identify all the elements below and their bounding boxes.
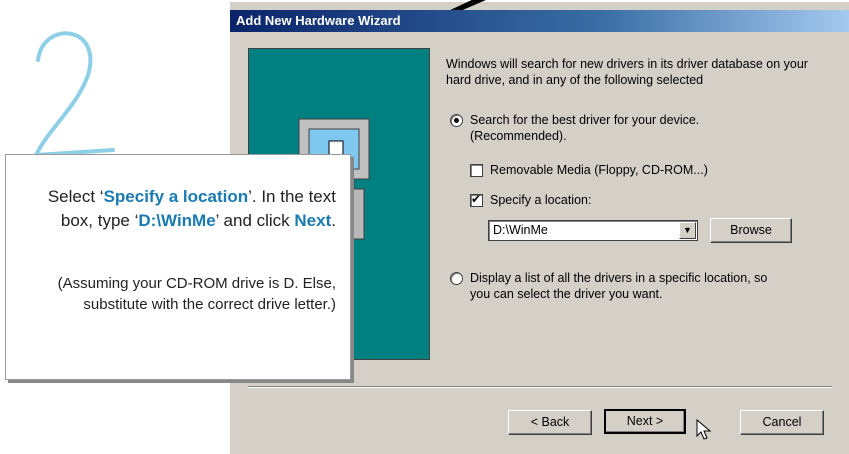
location-combobox-value: D:\WinMe (493, 223, 548, 237)
display-list-sublabel: you can select the driver you want. (470, 287, 663, 301)
display-list-radio[interactable] (450, 272, 463, 285)
callout-note: (Assuming your CD-ROM drive is D. Else, … (57, 275, 336, 313)
callout-text: . (331, 211, 336, 230)
removable-media-checkbox[interactable] (470, 164, 483, 177)
intro-text: Windows will search for new drivers in i… (446, 57, 808, 87)
callout-text: ’ and click (215, 211, 295, 230)
step-number-glyph (32, 31, 115, 158)
footer-separator (248, 386, 832, 388)
search-best-driver-sublabel: (Recommended). (470, 129, 567, 143)
search-best-driver-radio[interactable] (450, 114, 463, 127)
browse-button[interactable]: Browse (710, 218, 792, 243)
specify-location-label[interactable]: Specify a location: (490, 192, 591, 208)
cancel-button[interactable]: Cancel (740, 410, 824, 435)
mouse-cursor-icon (696, 418, 712, 440)
check-mark-icon: ✔ (471, 192, 482, 206)
step-number (8, 0, 128, 160)
window-title: Add New Hardware Wizard (236, 13, 401, 28)
search-best-driver-label[interactable]: Search for the best driver for your devi… (470, 112, 699, 128)
back-button[interactable]: < Back (508, 410, 592, 435)
location-combobox[interactable]: D:\WinMe ▼ (488, 220, 698, 241)
callout-highlight-option: Specify a location (103, 187, 249, 206)
dropdown-arrow-icon[interactable]: ▼ (679, 222, 696, 239)
title-bar[interactable]: Add New Hardware Wizard (230, 10, 849, 32)
callout-highlight-path: D:\WinMe (138, 211, 216, 230)
removable-media-label[interactable]: Removable Media (Floppy, CD-ROM...) (490, 162, 708, 178)
specify-location-checkbox[interactable]: ✔ (470, 192, 483, 207)
callout-instruction: Select ‘Specify a location’. In the text… (16, 185, 336, 233)
next-button[interactable]: Next > (604, 409, 686, 434)
instruction-callout: Select ‘Specify a location’. In the text… (5, 154, 351, 380)
display-list-label[interactable]: Display a list of all the drivers in a s… (470, 270, 767, 286)
callout-text: Select ‘ (47, 187, 104, 206)
callout-highlight-next: Next (294, 211, 332, 230)
radio-selected-dot (454, 118, 459, 123)
